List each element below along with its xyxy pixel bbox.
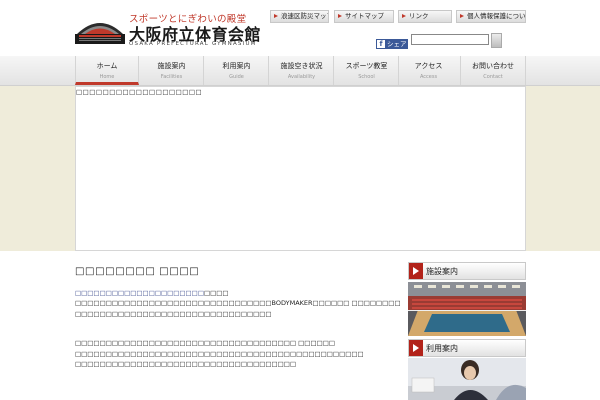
- site-logo[interactable]: スポーツとにぎわいの殿堂 大阪府立体育会館 OSAKA PREFECTURAL …: [75, 10, 261, 47]
- site-header: スポーツとにぎわいの殿堂 大阪府立体育会館 OSAKA PREFECTURAL …: [0, 0, 600, 56]
- content-paragraph: □□□□□□□□□□□□□□□□□□□□□□□□□□□□□□□□□□□□ □□□…: [75, 338, 400, 370]
- content-title: □□□□□□□□ □□□□: [75, 266, 200, 277]
- content-subtitle-link[interactable]: □□□□□□□□□□□□□□□□□□□□□: [75, 289, 204, 297]
- share-label: シェア: [387, 40, 407, 48]
- util-link-label: 個人情報保護について: [467, 12, 526, 20]
- util-link-links[interactable]: リンク: [398, 10, 452, 23]
- gymnasium-logo-icon: [75, 23, 125, 44]
- nav-sublabel: Availability: [287, 74, 316, 80]
- arrow-right-icon: [402, 14, 406, 18]
- arrow-right-icon: [460, 14, 464, 18]
- util-link-label: リンク: [409, 12, 429, 20]
- content-subtitle-tail: □□□□: [203, 289, 229, 297]
- reception-photo[interactable]: [408, 358, 526, 400]
- arrow-right-icon: [409, 263, 423, 279]
- reception-photo-illustration: [408, 358, 526, 400]
- util-link-privacy[interactable]: 個人情報保護について: [456, 10, 526, 23]
- nav-label: 施設空き状況: [280, 62, 323, 70]
- nav-sublabel: Home: [99, 74, 115, 80]
- arena-photo[interactable]: [408, 282, 526, 336]
- util-link-disaster-map[interactable]: 浪速区防災マップ: [270, 10, 329, 23]
- nav-label: お問い合わせ: [472, 62, 514, 70]
- content-paragraph: □□□□□□□□□□□□□□□□□□□□□□□□□□□□□□□□BODYMAKE…: [75, 298, 400, 319]
- paragraph-line: □□□□□□□□□□□□□□□□□□□□□□□□□□□□□□□□: [75, 309, 272, 318]
- nav-label: アクセス: [414, 62, 443, 70]
- sidebar-item-facilities[interactable]: 施設案内: [408, 262, 526, 280]
- facebook-share-button[interactable]: f シェア: [376, 39, 408, 49]
- nav-sublabel: Facilities: [160, 74, 183, 80]
- nav-label: ホーム: [96, 62, 118, 70]
- arrow-right-icon: [409, 340, 423, 356]
- paragraph-line: □□□□□□□□□□□□□□□□□□□□□□□□□□□□□□□□□□□□ □□□…: [75, 339, 336, 347]
- nav-item-school[interactable]: スポーツ教室 School: [335, 56, 399, 85]
- nav-item-availability[interactable]: 施設空き状況 Availability: [270, 56, 334, 85]
- util-link-label: 浪速区防災マップ: [281, 12, 329, 20]
- nav-sublabel: School: [358, 74, 375, 80]
- search-input[interactable]: [411, 34, 489, 45]
- nav-sublabel: Guide: [229, 74, 244, 80]
- arrow-right-icon: [274, 14, 278, 18]
- search-button[interactable]: [491, 33, 502, 48]
- content-subtitle[interactable]: □□□□□□□□□□□□□□□□□□□□□□□□□: [75, 289, 229, 297]
- facebook-icon: f: [377, 40, 385, 48]
- logo-name-english: OSAKA PREFECTURAL GYMNASIUM: [129, 41, 257, 47]
- arrow-right-icon: [338, 14, 342, 18]
- main-visual-frame: □□□□□□□□□□□□□□□□□□□: [75, 86, 526, 251]
- paragraph-line: □□□□□□□□□□□□□□□□□□□□□□□□□□□□□□□□BODYMAKE…: [75, 299, 400, 307]
- nav-item-guide[interactable]: 利用案内 Guide: [205, 56, 269, 85]
- nav-label: 利用案内: [222, 62, 251, 70]
- band-left: [0, 86, 75, 251]
- nav-item-home[interactable]: ホーム Home: [75, 56, 139, 85]
- nav-sublabel: Contact: [483, 74, 503, 80]
- frame-placeholder-text: □□□□□□□□□□□□□□□□□□□: [76, 88, 203, 96]
- paragraph-line: □□□□□□□□□□□□□□□□□□□□□□□□□□□□□□□□□□□□□□□□…: [75, 349, 364, 358]
- nav-item-access[interactable]: アクセス Access: [397, 56, 461, 85]
- util-link-label: サイトマップ: [345, 12, 384, 20]
- sidebar-item-label: 施設案内: [426, 267, 458, 276]
- band-right: [526, 86, 600, 251]
- arena-photo-illustration: [408, 282, 526, 336]
- util-link-sitemap[interactable]: サイトマップ: [334, 10, 394, 23]
- nav-item-contact[interactable]: お問い合わせ Contact: [461, 56, 526, 85]
- nav-item-facilities[interactable]: 施設案内 Facilities: [140, 56, 204, 85]
- sidebar-item-guide[interactable]: 利用案内: [408, 339, 526, 357]
- nav-label: スポーツ教室: [345, 62, 388, 70]
- nav-label: 施設案内: [157, 62, 186, 70]
- sidebar-item-label: 利用案内: [426, 344, 458, 353]
- nav-sublabel: Access: [419, 74, 438, 80]
- paragraph-line: □□□□□□□□□□□□□□□□□□□□□□□□□□□□□□□□□□□□: [75, 360, 297, 368]
